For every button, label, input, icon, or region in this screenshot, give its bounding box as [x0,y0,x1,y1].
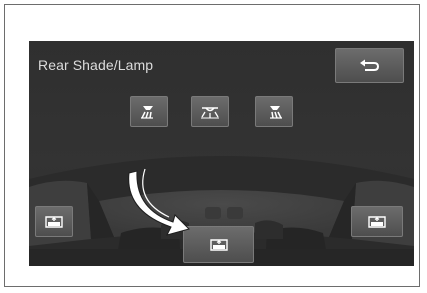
right-side-shade-button[interactable] [351,206,403,237]
right-lamp-button[interactable] [255,96,293,127]
shade-icon [45,215,63,228]
shade-icon [209,238,228,251]
screen-title: Rear Shade/Lamp [38,57,154,73]
lamp-right-icon [270,105,282,119]
lamp-left-icon [141,105,153,119]
back-arrow-icon [359,59,379,71]
shade-icon [368,215,386,228]
left-side-shade-button[interactable] [35,206,73,237]
display-screen: Rear Shade/Lamp [29,41,414,266]
rear-window-shade-button[interactable] [183,226,254,263]
lamp-center-icon [201,106,219,118]
left-lamp-button[interactable] [130,96,168,127]
back-button[interactable] [335,48,404,83]
center-lamp-button[interactable] [191,96,229,127]
